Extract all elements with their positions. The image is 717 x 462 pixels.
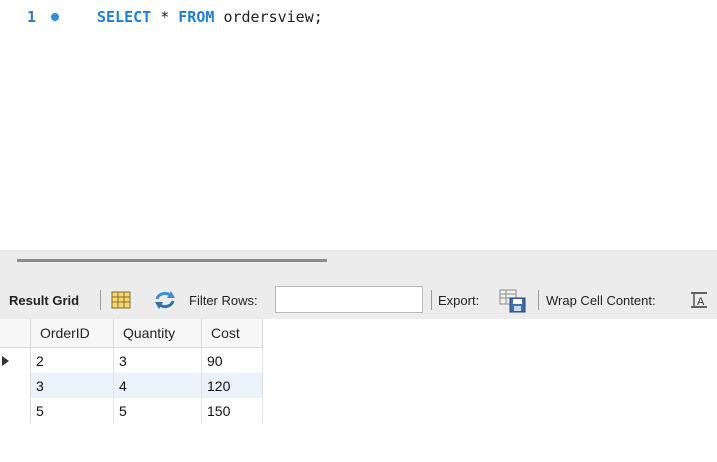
toolbar-separator	[538, 290, 539, 310]
wrap-cell-content-label: Wrap Cell Content:	[546, 293, 656, 308]
cell-quantity[interactable]: 4	[114, 373, 202, 398]
toolbar-separator	[431, 290, 432, 310]
column-header-cost[interactable]: Cost	[202, 319, 263, 348]
cell-quantity[interactable]: 3	[114, 348, 202, 373]
column-header-quantity[interactable]: Quantity	[114, 319, 202, 348]
cell-cost[interactable]: 120	[202, 373, 263, 398]
filter-rows-input[interactable]	[275, 286, 423, 313]
table-row[interactable]: 5 5 150	[0, 398, 263, 423]
line-number: 1	[27, 8, 37, 26]
toolbar-separator	[100, 290, 101, 310]
sql-keyword-select: SELECT	[97, 8, 152, 26]
cell-orderid[interactable]: 3	[31, 373, 114, 398]
table-row[interactable]: 3 4 120	[0, 373, 263, 398]
sql-table-name: ordersview;	[223, 8, 323, 26]
sql-keyword-from: FROM	[178, 8, 215, 26]
export-icon[interactable]	[499, 289, 527, 316]
result-toolbar: Result Grid Filter Rows: Export: Wrap Ce…	[0, 282, 717, 319]
wrap-text-icon[interactable]: A	[690, 291, 708, 312]
row-indicator[interactable]	[0, 398, 31, 423]
cell-quantity[interactable]: 5	[114, 398, 202, 423]
export-label: Export:	[438, 293, 480, 308]
grid-layout-icon[interactable]	[111, 290, 131, 313]
panel-splitter[interactable]	[0, 250, 717, 282]
row-indicator[interactable]	[0, 348, 31, 373]
filter-rows-label: Filter Rows:	[189, 293, 258, 308]
result-grid[interactable]: OrderID Quantity Cost 2 3 90 3 4 120 5 5…	[0, 319, 717, 462]
row-indicator[interactable]	[0, 373, 31, 398]
sql-asterisk: *	[160, 8, 170, 26]
result-grid-tab[interactable]: Result Grid	[9, 293, 79, 308]
cell-cost[interactable]: 90	[202, 348, 263, 373]
row-indicator-header	[0, 319, 31, 348]
grid-header-row: OrderID Quantity Cost	[0, 319, 263, 348]
table-row[interactable]: 2 3 90	[0, 348, 263, 373]
svg-text:A: A	[697, 296, 705, 308]
cell-orderid[interactable]: 5	[31, 398, 114, 423]
current-row-arrow-icon	[2, 356, 9, 366]
refresh-icon[interactable]	[153, 290, 177, 313]
splitter-handle[interactable]	[17, 259, 327, 262]
cell-cost[interactable]: 150	[202, 398, 263, 423]
cell-orderid[interactable]: 2	[31, 348, 114, 373]
sql-statement[interactable]: SELECT * FROM ordersview;	[97, 8, 323, 26]
sql-editor[interactable]: 1 SELECT * FROM ordersview;	[0, 0, 717, 250]
statement-marker-icon	[51, 13, 59, 21]
column-header-orderid[interactable]: OrderID	[31, 319, 114, 348]
